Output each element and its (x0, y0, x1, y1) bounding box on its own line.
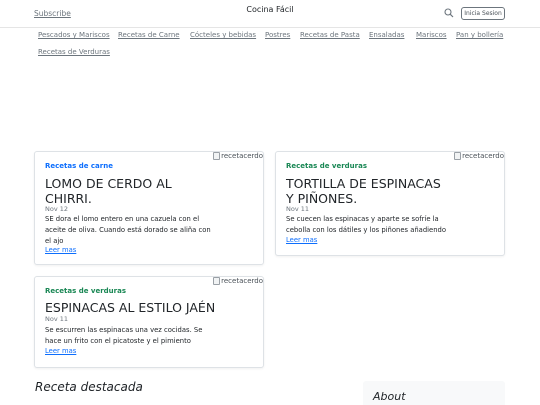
nav-item-carne[interactable]: Recetas de Carne (118, 31, 180, 39)
nav-item-postres[interactable]: Postres (265, 31, 290, 39)
search-icon[interactable] (444, 8, 454, 18)
nav-item-cocteles[interactable]: Cócteles y bebidas (190, 31, 256, 39)
recipe-card[interactable]: recetacerdo Recetas de verduras ESPINACA… (34, 276, 264, 368)
site-brand[interactable]: Cocina Fácil (0, 5, 540, 14)
featured-heading: Receta destacada (35, 380, 143, 394)
card-excerpt: Se cuecen las espinacas y aparte se sofr… (286, 215, 447, 234)
nav-item-pasta[interactable]: Recetas de Pasta (300, 31, 360, 39)
nav-item-ensaladas[interactable]: Ensaladas (369, 31, 404, 39)
recipe-image[interactable]: recetacerdo (213, 277, 263, 285)
read-more-link[interactable]: Leer mas (45, 347, 76, 355)
recipe-image[interactable]: recetacerdo (213, 152, 263, 160)
nav-item-pescados[interactable]: Pescados y Mariscos (38, 31, 110, 39)
image-alt-text: recetacerdo (221, 152, 263, 160)
broken-image-icon (454, 152, 462, 160)
nav-item-pan[interactable]: Pan y bollería (456, 31, 503, 39)
image-alt-text: recetacerdo (462, 152, 504, 160)
card-excerpt: Se escurren las espinacas una vez cocida… (45, 326, 203, 345)
about-title: About (373, 390, 406, 403)
card-date: Nov 11 (45, 315, 69, 323)
card-date: Nov 11 (286, 205, 310, 213)
read-more-link[interactable]: Leer mas (45, 246, 76, 254)
image-alt-text: recetacerdo (221, 277, 263, 285)
recipe-image[interactable]: recetacerdo (454, 152, 504, 160)
read-more-link[interactable]: Leer mas (286, 236, 317, 244)
about-panel: About (363, 381, 505, 405)
broken-image-icon (213, 277, 221, 285)
card-category[interactable]: Recetas de verduras (45, 287, 126, 295)
card-excerpt: SE dora el lomo entero en una cazuela co… (45, 215, 211, 245)
recipe-card[interactable]: recetacerdo Recetas de verduras TORTILLA… (275, 151, 505, 256)
card-date: Nov 12 (45, 205, 69, 213)
card-category[interactable]: Recetas de carne (45, 162, 113, 170)
login-button[interactable]: Inicia Sesion (461, 7, 505, 20)
nav-item-verduras[interactable]: Recetas de Verduras (38, 48, 110, 56)
card-title[interactable]: TORTILLA DE ESPINACAS Y PIÑONES. (286, 176, 451, 206)
card-title[interactable]: ESPINACAS AL ESTILO JAÉN (45, 300, 245, 315)
site-header: Subscribe Cocina Fácil Inicia Sesion (0, 0, 540, 28)
nav-item-mariscos[interactable]: Mariscos (416, 31, 447, 39)
recipe-card[interactable]: recetacerdo Recetas de carne LOMO DE CER… (34, 151, 264, 265)
broken-image-icon (213, 152, 221, 160)
card-title[interactable]: LOMO DE CERDO AL CHIRRI. (45, 176, 195, 206)
card-category[interactable]: Recetas de verduras (286, 162, 367, 170)
